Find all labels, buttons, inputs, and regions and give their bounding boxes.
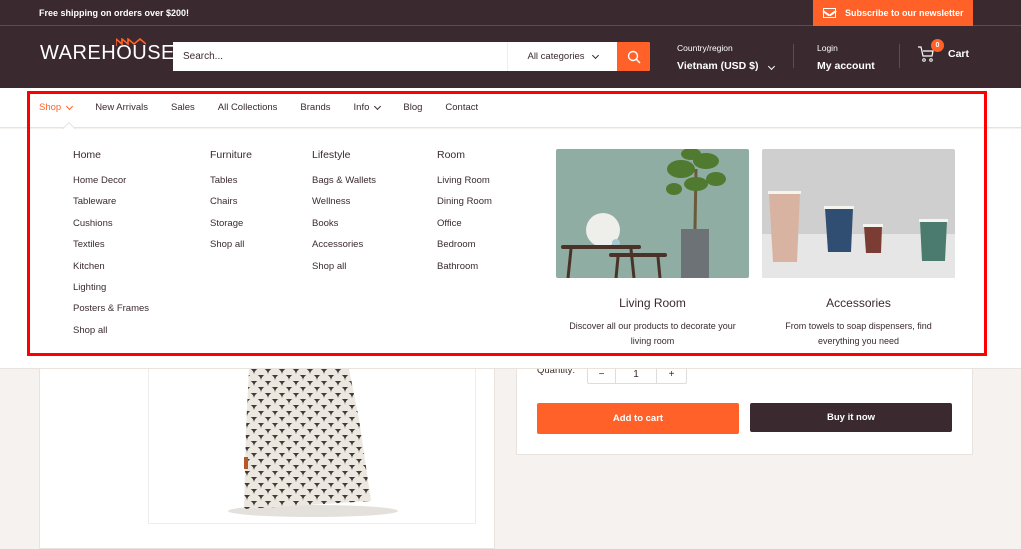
nav-label: Brands xyxy=(300,102,331,113)
column-title[interactable]: Room xyxy=(437,149,492,161)
divider xyxy=(899,44,900,68)
nav-label: Sales xyxy=(170,102,195,113)
menu-link[interactable]: Chairs xyxy=(210,196,252,217)
product-form: Quantity: − 1 + Add to cart Buy it now xyxy=(516,365,973,455)
buy-now-button[interactable]: Buy it now xyxy=(750,403,952,432)
menu-link[interactable]: Cushions xyxy=(73,218,149,239)
divider xyxy=(793,44,794,68)
menu-link[interactable]: Bedroom xyxy=(437,239,492,260)
menu-link[interactable]: Books xyxy=(312,218,376,239)
add-to-cart-button[interactable]: Add to cart xyxy=(537,403,739,434)
region-value: Vietnam (USD $) xyxy=(677,60,759,72)
site-header: WAREHOUSE All categories Country/region … xyxy=(0,26,1021,88)
newsletter-label: Subscribe to our newsletter xyxy=(845,8,964,18)
product-image[interactable] xyxy=(148,369,476,524)
menu-link[interactable]: Office xyxy=(437,218,492,239)
nav-item-new-arrivals[interactable]: New Arrivals xyxy=(95,102,148,113)
account-link[interactable]: Login My account xyxy=(817,43,875,74)
promo-image[interactable] xyxy=(556,149,749,278)
mail-icon xyxy=(823,8,836,18)
announcement-bar: Free shipping on orders over $200! Subsc… xyxy=(0,0,1021,26)
chevron-down-icon xyxy=(767,62,775,71)
menu-link[interactable]: Shop all xyxy=(312,261,376,282)
menu-link[interactable]: Storage xyxy=(210,218,252,239)
login-label: Login xyxy=(817,43,838,53)
region-label: Country/region xyxy=(677,43,733,53)
cart-count-badge: 0 xyxy=(931,39,944,52)
menu-link[interactable]: Bathroom xyxy=(437,261,492,282)
main-nav: Shop New Arrivals Sales All Collections … xyxy=(0,88,1021,137)
promo-title: Accessories xyxy=(826,296,891,310)
category-select[interactable]: All categories xyxy=(507,42,617,71)
menu-column-room: Room Living Room Dining Room Office Bedr… xyxy=(437,149,492,282)
nav-label: New Arrivals xyxy=(95,102,148,113)
chevron-down-icon xyxy=(66,102,74,110)
nav-item-shop[interactable]: Shop xyxy=(39,102,74,113)
newsletter-button[interactable]: Subscribe to our newsletter xyxy=(813,0,973,26)
logo[interactable]: WAREHOUSE xyxy=(40,38,175,65)
nav-item-blog[interactable]: Blog xyxy=(403,102,422,113)
menu-link[interactable]: Bags & Wallets xyxy=(312,175,376,196)
product-gallery xyxy=(39,369,495,549)
column-title[interactable]: Lifestyle xyxy=(312,149,376,161)
search-form: All categories xyxy=(173,42,650,71)
menu-link[interactable]: Accessories xyxy=(312,239,376,260)
menu-link[interactable]: Shop all xyxy=(210,239,252,260)
menu-column-home: Home Home Decor Tableware Cushions Texti… xyxy=(73,149,149,346)
mega-menu: Home Home Decor Tableware Cushions Texti… xyxy=(0,129,1021,369)
nav-item-contact[interactable]: Contact xyxy=(445,102,478,113)
promo-accessories[interactable]: Accessories From towels to soap dispense… xyxy=(762,149,955,349)
logo-roof-icon xyxy=(116,38,146,46)
category-select-value: All categories xyxy=(527,51,585,62)
menu-column-furniture: Furniture Tables Chairs Storage Shop all xyxy=(210,149,252,261)
menu-link[interactable]: Dining Room xyxy=(437,196,492,217)
promo-title: Living Room xyxy=(619,296,686,310)
logo-text: WAREHOUSE xyxy=(40,42,175,64)
nav-label: All Collections xyxy=(217,102,278,113)
nav-item-brands[interactable]: Brands xyxy=(300,102,330,113)
menu-column-lifestyle: Lifestyle Bags & Wallets Wellness Books … xyxy=(312,149,376,282)
cart-label: Cart xyxy=(948,48,970,60)
menu-link[interactable]: Textiles xyxy=(73,239,149,260)
menu-link[interactable]: Shop all xyxy=(73,325,149,346)
menu-link[interactable]: Tables xyxy=(210,175,252,196)
nav-item-info[interactable]: Info xyxy=(353,102,382,113)
menu-link[interactable]: Living Room xyxy=(437,175,492,196)
search-button[interactable] xyxy=(617,42,650,71)
nav-label: Contact xyxy=(445,102,479,113)
menu-link[interactable]: Home Decor xyxy=(73,175,149,196)
cart-icon: 0 xyxy=(918,39,944,62)
region-selector[interactable]: Country/region Vietnam (USD $) xyxy=(677,43,775,74)
nav-item-sales[interactable]: Sales xyxy=(171,102,195,113)
cart-button[interactable]: 0 Cart xyxy=(918,39,970,62)
promo-description: From towels to soap dispensers, find eve… xyxy=(785,321,932,346)
menu-link[interactable]: Wellness xyxy=(312,196,376,217)
menu-link[interactable]: Lighting xyxy=(73,282,149,303)
nav-label: Shop xyxy=(39,102,62,113)
shipping-message: Free shipping on orders over $200! xyxy=(39,7,190,18)
menu-link[interactable]: Posters & Frames xyxy=(73,303,149,324)
nav-item-all-collections[interactable]: All Collections xyxy=(218,102,278,113)
chevron-down-icon xyxy=(591,51,599,59)
promo-living-room[interactable]: Living Room Discover all our products to… xyxy=(556,149,749,349)
menu-link[interactable]: Kitchen xyxy=(73,261,149,282)
search-input[interactable] xyxy=(173,42,507,71)
column-title[interactable]: Furniture xyxy=(210,149,252,161)
promo-image[interactable] xyxy=(762,149,955,278)
chevron-down-icon xyxy=(374,102,382,110)
search-icon xyxy=(627,50,640,63)
nav-label: Blog xyxy=(403,102,423,113)
menu-link[interactable]: Tableware xyxy=(73,196,149,217)
account-label: My account xyxy=(817,60,875,72)
promo-description: Discover all our products to decorate yo… xyxy=(569,321,736,346)
column-title[interactable]: Home xyxy=(73,149,149,161)
nav-label: Info xyxy=(353,102,370,113)
